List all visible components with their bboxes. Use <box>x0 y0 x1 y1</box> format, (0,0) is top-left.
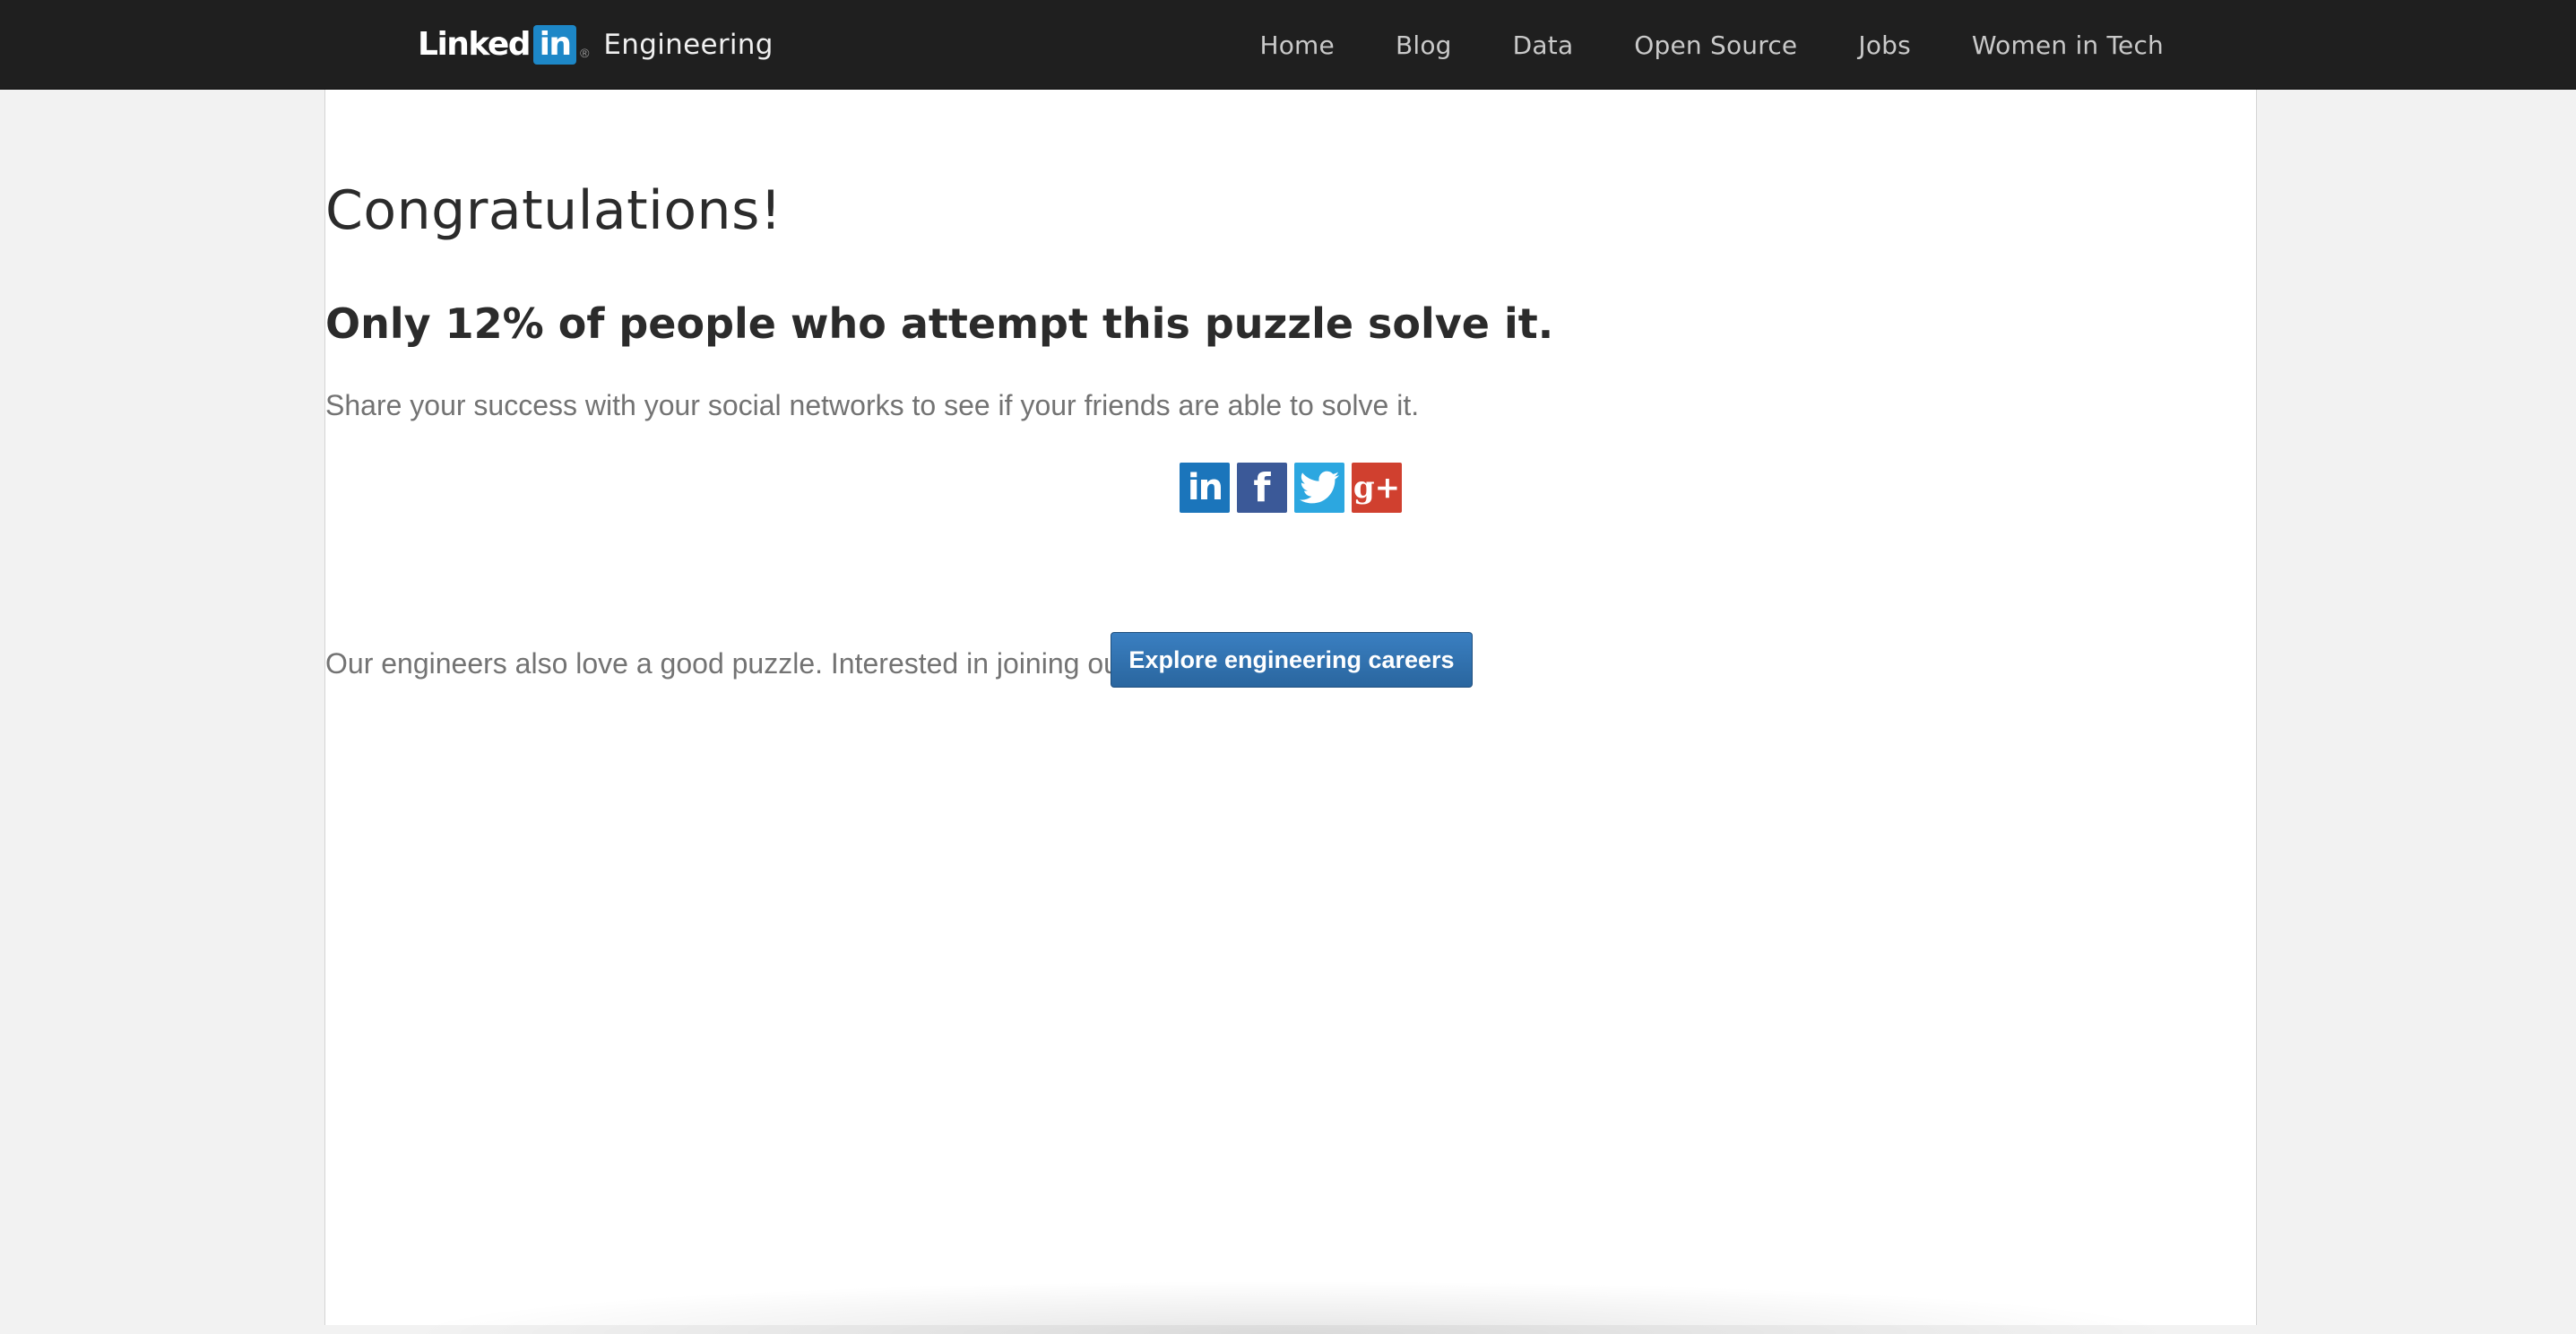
content-panel: Congratulations! Only 12% of people who … <box>324 90 2257 1334</box>
nav-open-source[interactable]: Open Source <box>1634 30 1797 60</box>
nav-data[interactable]: Data <box>1513 30 1574 60</box>
explore-careers-button[interactable]: Explore engineering careers <box>1111 632 1473 688</box>
linkedin-glyph: in <box>1187 467 1223 508</box>
facebook-glyph: f <box>1253 464 1271 511</box>
google-plus-icon[interactable]: g+ <box>1352 463 1402 513</box>
twitter-bird-icon <box>1300 471 1339 504</box>
top-navigation-bar: Linked in ® Engineering Home Blog Data O… <box>0 0 2576 90</box>
page-title: Congratulations! <box>325 179 782 242</box>
nav-blog[interactable]: Blog <box>1396 30 1452 60</box>
nav-jobs[interactable]: Jobs <box>1858 30 1911 60</box>
brand-subtitle: Engineering <box>603 29 774 61</box>
success-rate-text: Only 12% of people who attempt this puzz… <box>325 299 1554 348</box>
logo-wordmark: Linked <box>418 26 532 63</box>
nav-home[interactable]: Home <box>1259 30 1335 60</box>
linkedin-icon[interactable]: in <box>1180 463 1230 513</box>
facebook-icon[interactable]: f <box>1237 463 1287 513</box>
linkedin-engineering-logo[interactable]: Linked in ® Engineering <box>418 22 774 68</box>
logo-in-badge: in <box>533 25 577 65</box>
share-prompt: Share your success with your social netw… <box>325 389 1420 421</box>
social-share-buttons: in f g+ <box>325 463 2256 513</box>
footer-shadow <box>397 1280 2186 1334</box>
nav-women-in-tech[interactable]: Women in Tech <box>1972 30 2164 60</box>
google-plus-glyph: g+ <box>1353 470 1401 506</box>
twitter-icon[interactable] <box>1294 463 1344 513</box>
logo-registered-mark: ® <box>580 46 590 60</box>
main-nav: Home Blog Data Open Source Jobs Women in… <box>1198 0 2164 90</box>
